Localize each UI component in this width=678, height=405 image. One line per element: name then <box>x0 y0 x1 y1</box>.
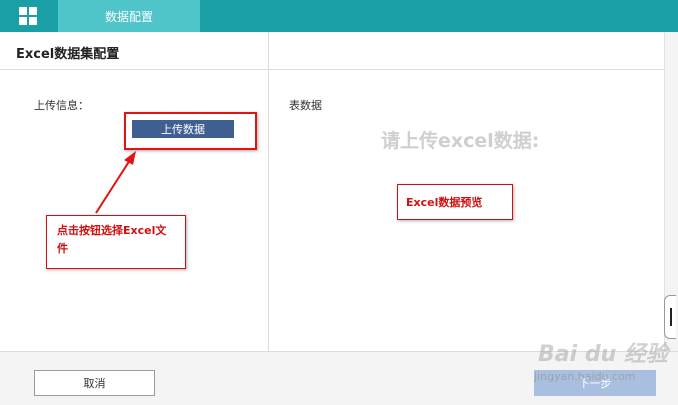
collapse-handle-icon <box>669 308 672 326</box>
preview-panel: 表数据 请上传excel数据: Excel数据预览 <box>269 70 664 351</box>
upload-placeholder-text: 请上传excel数据: <box>381 130 540 152</box>
next-step-button[interactable]: 下一步 <box>534 370 656 396</box>
table-data-label: 表数据 <box>289 99 322 112</box>
annotation-preview: Excel数据预览 <box>397 184 513 220</box>
footer-bar: 取消 下一步 <box>0 351 678 405</box>
cancel-button[interactable]: 取消 <box>34 370 155 396</box>
collapse-handle[interactable] <box>664 295 676 339</box>
